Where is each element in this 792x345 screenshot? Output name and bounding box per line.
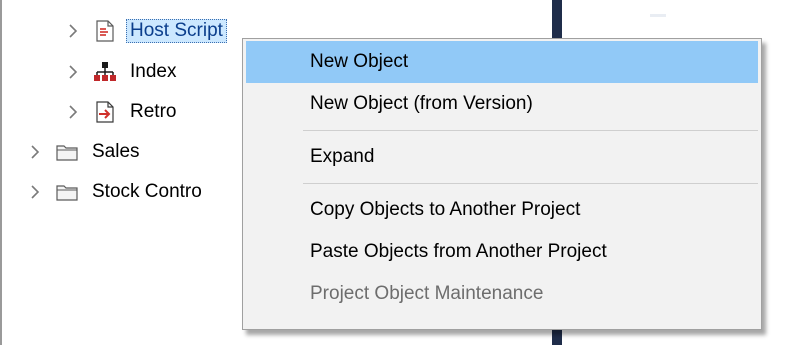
folder-icon xyxy=(56,181,78,203)
tree-item-label[interactable]: Sales xyxy=(88,140,144,164)
menu-item-new-object-from-version[interactable]: New Object (from Version) xyxy=(246,83,758,125)
menu-item-copy-objects[interactable]: Copy Objects to Another Project xyxy=(246,189,758,231)
tree-item-label[interactable]: Retro xyxy=(126,100,180,124)
context-menu: New Object New Object (from Version) Exp… xyxy=(242,38,762,330)
tree-item-label[interactable]: Stock Contro xyxy=(88,180,206,204)
faint-mark xyxy=(650,14,666,17)
chevron-right-icon[interactable] xyxy=(28,143,42,161)
chevron-right-icon[interactable] xyxy=(66,22,80,40)
tree-item-label[interactable]: Index xyxy=(126,60,180,84)
menu-item-label: Copy Objects to Another Project xyxy=(310,199,581,220)
tree-item-label[interactable]: Host Script xyxy=(126,19,227,43)
menu-item-new-object[interactable]: New Object xyxy=(246,41,758,83)
menu-item-label: Expand xyxy=(310,146,375,167)
menu-item-label: Paste Objects from Another Project xyxy=(310,241,607,262)
index-hierarchy-icon xyxy=(94,61,116,83)
chevron-right-icon[interactable] xyxy=(28,183,42,201)
tree-item-stock-control[interactable]: Stock Contro xyxy=(28,176,206,208)
chevron-right-icon[interactable] xyxy=(66,63,80,81)
menu-item-expand[interactable]: Expand xyxy=(246,136,758,178)
tree-item-host-script[interactable]: Host Script xyxy=(66,15,227,47)
menu-separator xyxy=(303,130,758,131)
menu-item-project-object-maintenance: Project Object Maintenance xyxy=(246,273,758,315)
folder-icon xyxy=(56,141,78,163)
tree-item-sales[interactable]: Sales xyxy=(28,136,144,168)
menu-item-paste-objects[interactable]: Paste Objects from Another Project xyxy=(246,231,758,273)
menu-item-label: New Object (from Version) xyxy=(310,93,533,114)
menu-item-label: New Object xyxy=(310,51,409,72)
tree-item-index[interactable]: Index xyxy=(66,56,180,88)
chevron-right-icon[interactable] xyxy=(66,103,80,121)
screen: Host Script Index Retro Sales Stock Cont… xyxy=(0,0,792,345)
menu-separator xyxy=(303,183,758,184)
script-page-icon xyxy=(94,20,116,42)
tree-item-retro[interactable]: Retro xyxy=(66,96,180,128)
retro-arrow-icon xyxy=(94,101,116,123)
menu-item-label: Project Object Maintenance xyxy=(310,283,544,304)
